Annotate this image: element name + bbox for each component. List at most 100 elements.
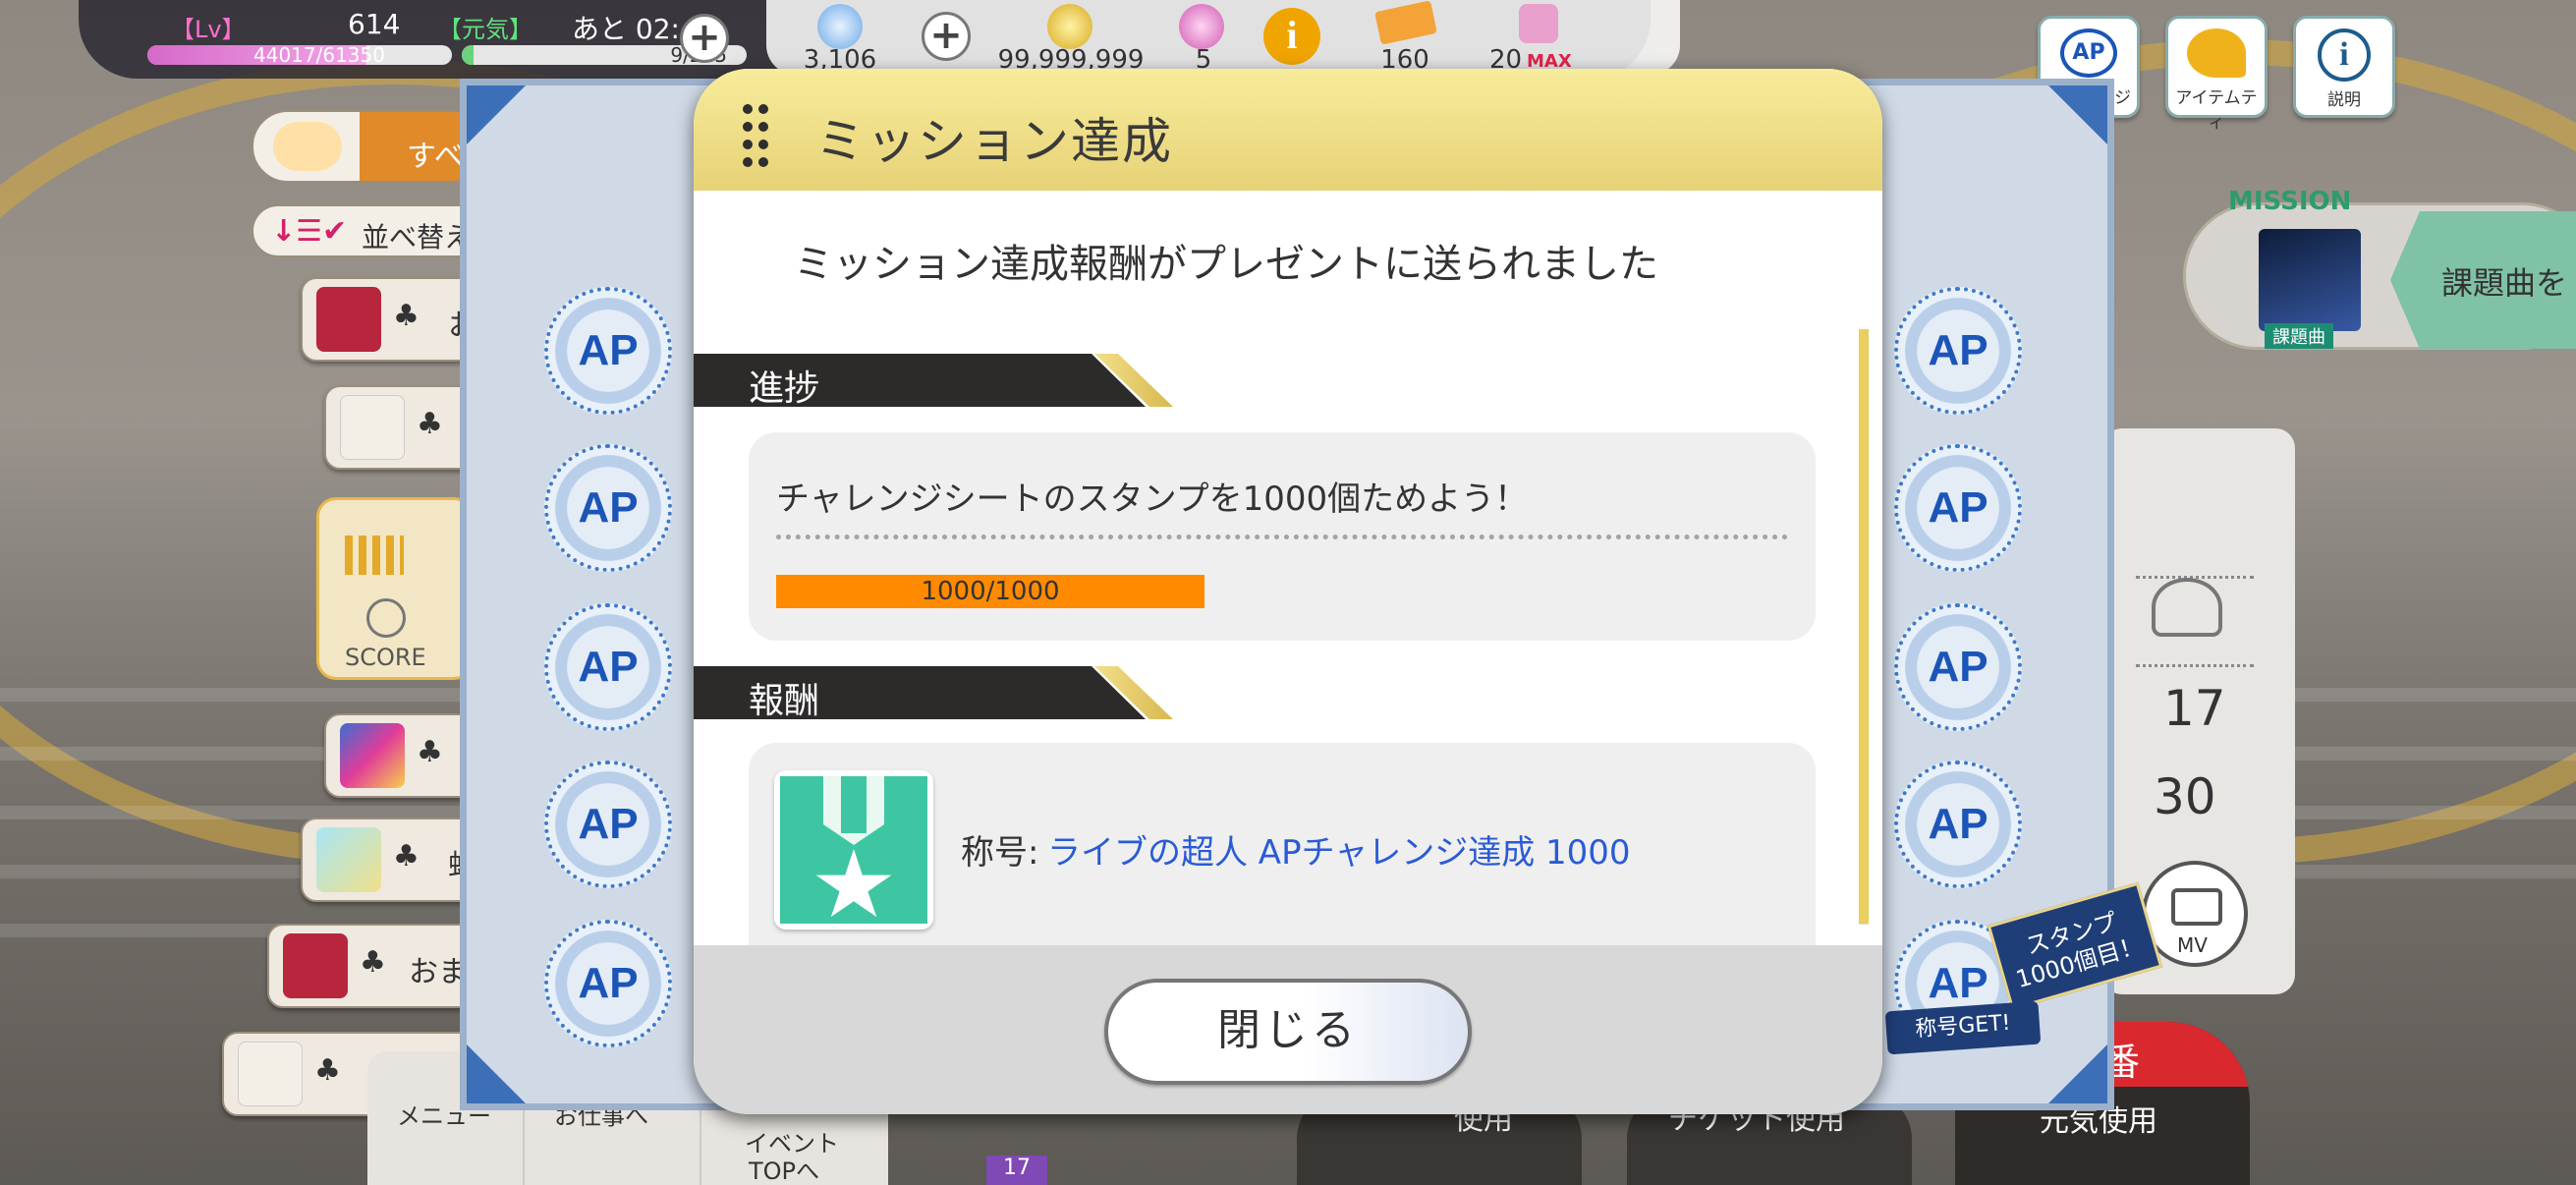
song-thumb [238, 1042, 303, 1106]
progress-bar: 1000/1000 [776, 575, 1204, 608]
ap-stamp-text: AP [578, 326, 639, 374]
divider [2136, 664, 2254, 667]
score-medal-icon [366, 598, 406, 638]
ap-stamp-text: AP [578, 643, 639, 691]
close-button[interactable]: 閉じる [1104, 979, 1472, 1085]
list-item-label: おま [409, 955, 468, 989]
ap-stamp: AP [544, 444, 672, 572]
mv-label: MV [2177, 933, 2208, 957]
side-num-1: 17 [2163, 680, 2226, 737]
progress-text: 1000/1000 [921, 577, 1060, 606]
item-button-label: アイテムティ [2175, 88, 2258, 133]
ap-stamp-text: AP [1928, 800, 1988, 848]
heart-icon: ♣ [417, 407, 443, 441]
dialog-title: ミッション達成 [815, 113, 1173, 170]
ap-stamp: AP [544, 920, 672, 1047]
help-button-label: 説明 [2327, 90, 2361, 110]
level-value: 614 [348, 8, 401, 40]
favorite-add-icon[interactable] [2152, 578, 2222, 637]
heart-icon: ♣ [393, 299, 420, 333]
jewel-add-button[interactable]: + [922, 12, 971, 61]
money-icon [1047, 4, 1092, 49]
resource-strip: 3,106 + 99,999,999 5 i 160 20 MAX [766, 0, 1680, 75]
heart-icon: ♣ [417, 735, 443, 769]
scrollbar[interactable] [1859, 329, 1869, 925]
heart-icon: ♣ [360, 945, 386, 980]
equalizer-icon [345, 536, 404, 575]
reward-section-header: 報酬 [694, 666, 1146, 719]
song-thumb [340, 395, 405, 460]
mission-banner[interactable]: 課題曲 課題曲を [2183, 202, 2576, 350]
nav-badge: 17 [986, 1156, 1047, 1185]
list-item[interactable]: ♣ 蛇 [301, 818, 477, 902]
list-item[interactable]: ♣ [324, 713, 477, 798]
list-item[interactable]: ♣ おま [267, 924, 477, 1008]
ap-stamp: AP [1894, 603, 2022, 731]
song-thumb [340, 723, 405, 788]
song-thumb [316, 827, 381, 892]
mission-jacket-label: 課題曲 [2265, 323, 2333, 349]
dialog-message: ミッション達成報酬がプレゼントに送られました [794, 242, 1658, 287]
ap-stamp-text: AP [1928, 643, 1988, 691]
sort-button[interactable]: ↓☰✔ 並べ替え [252, 204, 487, 257]
star-icon [815, 849, 892, 918]
scrollbar-thumb[interactable] [1859, 329, 1869, 924]
ap-stamp-text: AP [1928, 483, 1988, 532]
score-label: SCORE [345, 644, 426, 671]
mission-jacket [2259, 229, 2361, 331]
mission-text: 課題曲を [2441, 264, 2568, 302]
ap-stamp: AP [544, 287, 672, 415]
mission-complete-dialog: ミッション達成 ミッション達成報酬がプレゼントに送られました 進捗 チャレンジシ… [694, 69, 1882, 1114]
ap-stamp: AP [544, 603, 672, 731]
filter-button[interactable]: すべ [252, 110, 487, 183]
reward-title-link[interactable]: ライブの超人 APチャレンジ達成 1000 [1047, 825, 1631, 874]
info-icon[interactable]: i [1263, 8, 1320, 65]
item-button[interactable]: アイテムティ [2165, 16, 2268, 133]
progress-header-label: 進捗 [749, 368, 820, 409]
mission-description: チャレンジシートのスタンプを1000個ためよう！ [776, 480, 1529, 519]
level-label: 【Lv】 [171, 16, 246, 43]
list-item[interactable]: ♣ [324, 385, 477, 470]
song-thumb [283, 933, 348, 998]
medal-icon [780, 776, 927, 924]
sort-icon: ↓☰✔ [271, 214, 348, 249]
ap-stamp: AP [544, 761, 672, 888]
ap-stamp: AP [1894, 761, 2022, 888]
score-panel: SCORE [316, 497, 474, 680]
ap-stamp-text: AP [1928, 326, 1988, 374]
exp-bar: 44017/61350 [147, 45, 452, 65]
reward-prefix: 称号: [961, 833, 1039, 873]
ap-stamp-text: AP [578, 800, 639, 848]
side-num-2: 30 [2154, 768, 2216, 825]
dialog-header: ミッション達成 [694, 69, 1882, 191]
ticket-icon [1374, 0, 1437, 45]
film-icon [2171, 888, 2222, 926]
reward-header-label: 報酬 [749, 681, 820, 721]
help-info-icon: i [2318, 28, 2371, 82]
reward-thumbnail [774, 770, 933, 930]
list-item[interactable]: ♣ お [301, 277, 477, 362]
butterfly-icon [273, 122, 342, 171]
ap-icon: AP [2060, 28, 2117, 78]
jewel-icon [817, 4, 863, 49]
ap-stamp: AP [1894, 287, 2022, 415]
genki-add-button[interactable]: + [680, 14, 729, 63]
progress-section-header: 進捗 [694, 354, 1146, 407]
exp-text: 44017/61350 [253, 45, 385, 65]
help-button[interactable]: i 説明 [2293, 16, 2395, 118]
ap-stamp-text: AP [578, 959, 639, 1007]
wing-icon [2187, 28, 2246, 78]
candy-icon [1179, 4, 1224, 49]
genki-label: 【元気】 [438, 16, 532, 43]
ap-stamp: AP [1894, 444, 2022, 572]
stamina-drink-icon [1519, 4, 1558, 43]
event-top-label-2: TOPへ [749, 1157, 820, 1185]
dotted-divider [776, 535, 1788, 539]
heart-icon: ♣ [314, 1053, 341, 1088]
progress-panel: チャレンジシートのスタンプを1000個ためよう！ 1000/1000 [749, 432, 1816, 641]
filter-label: すべ [407, 140, 464, 174]
mission-badge: MISSION [2228, 187, 2352, 216]
reward-panel: 称号: ライブの超人 APチャレンジ達成 1000 [749, 743, 1816, 959]
heart-icon: ♣ [393, 839, 420, 874]
ap-stamp-text: AP [578, 483, 639, 532]
